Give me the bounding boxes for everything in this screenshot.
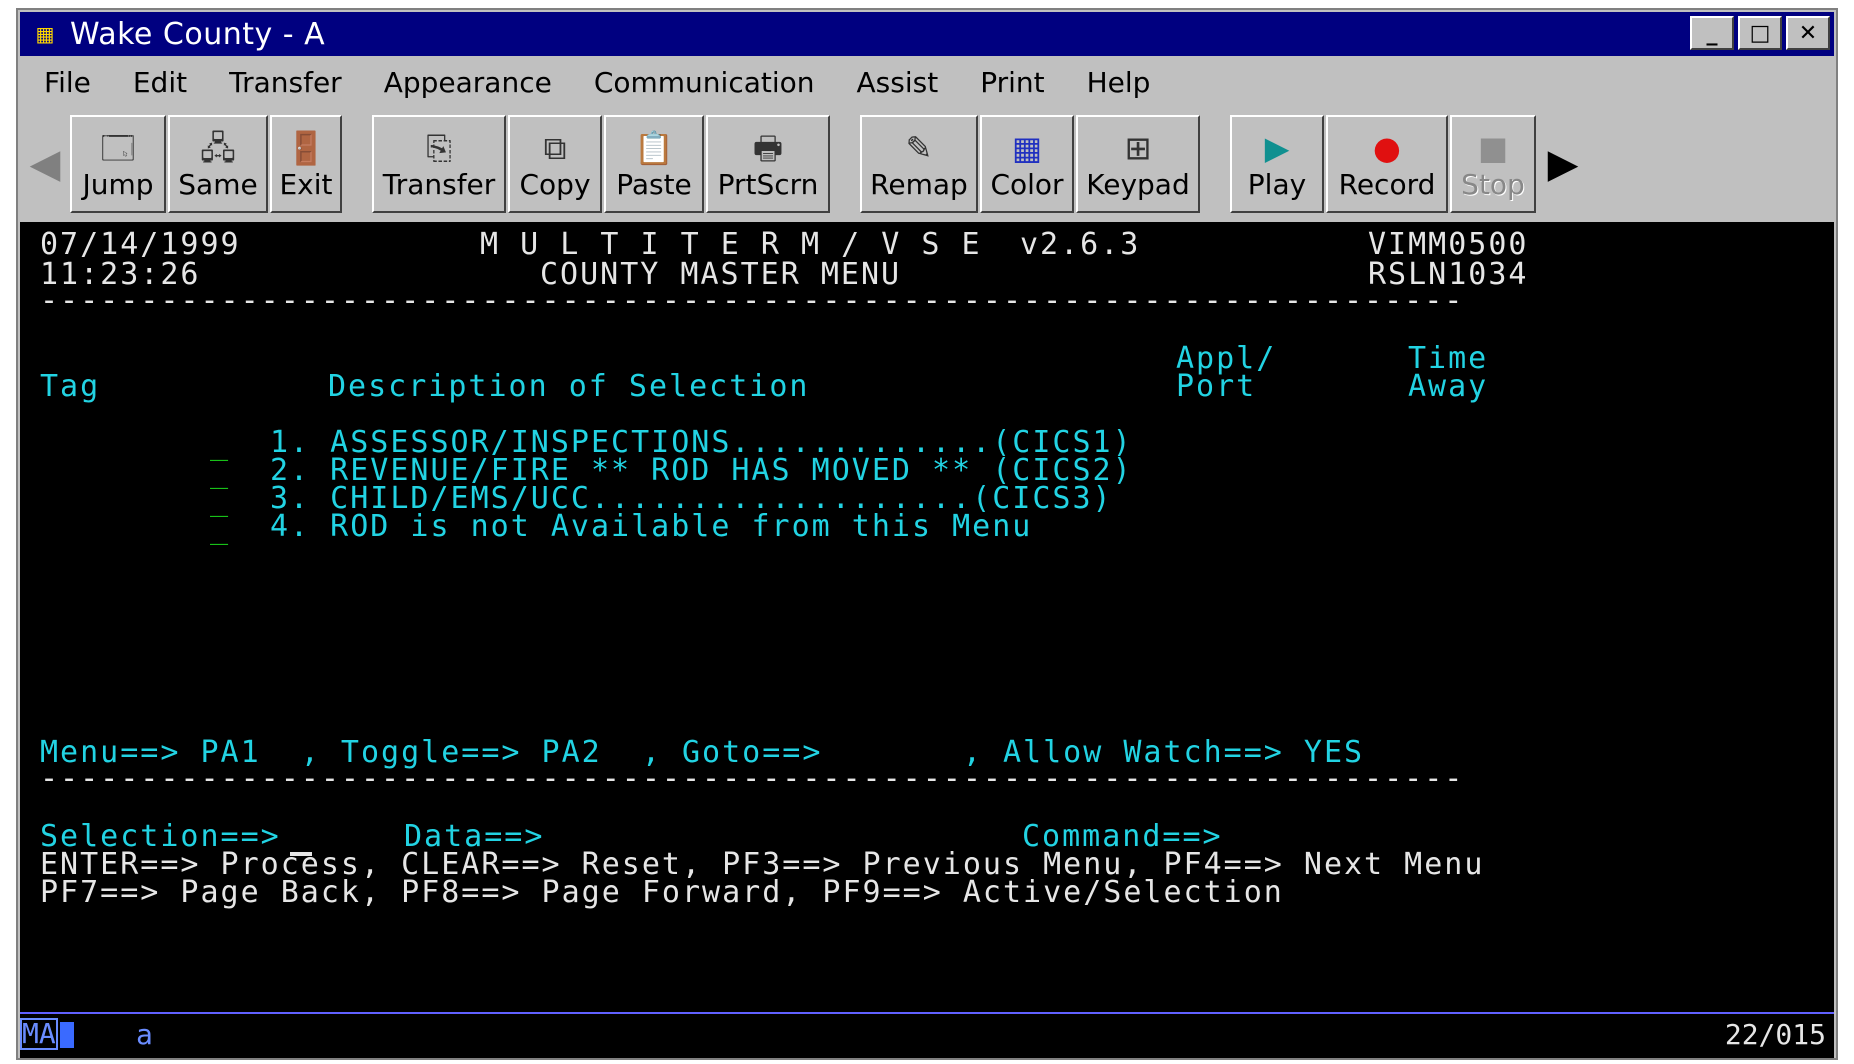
divider-top: ----------------------------------------… (40, 284, 1465, 318)
emulator-window: ▦ Wake County - A _ □ ✕ File Edit Transf… (16, 8, 1838, 1060)
keypad-button[interactable]: ⊞ Keypad (1076, 115, 1200, 213)
paste-icon: 📋 (634, 128, 674, 167)
menu-help[interactable]: Help (1087, 66, 1151, 99)
record-icon: ● (1373, 128, 1401, 167)
cursor-position: 22/015 (1724, 1018, 1826, 1051)
col-description: Description of Selection (328, 369, 810, 404)
product-version: v2.6.3 (1020, 227, 1141, 262)
divider-bottom: ----------------------------------------… (40, 762, 1465, 796)
color-button[interactable]: ▦ Color (980, 115, 1074, 213)
menu-edit[interactable]: Edit (133, 66, 187, 99)
prtscrn-button[interactable]: 🖶 PrtScrn (706, 115, 830, 213)
transfer-icon: ⎘ (426, 128, 452, 167)
menu-communication[interactable]: Communication (594, 66, 815, 99)
scroll-left-icon[interactable]: ◀ (20, 114, 70, 214)
col-port: Port (1176, 369, 1257, 404)
transfer-button[interactable]: ⎘ Transfer (372, 115, 506, 213)
stop-icon: ■ (1477, 128, 1509, 167)
menu-transfer[interactable]: Transfer (229, 66, 342, 99)
app-icon: ▦ (35, 22, 55, 46)
window-title: Wake County - A (70, 16, 326, 52)
terminal-screen[interactable]: 07/14/1999 11:23:26 M U L T I T E R M / … (20, 222, 1834, 1012)
title-bar: ▦ Wake County - A _ □ ✕ (20, 12, 1834, 56)
menu-file[interactable]: File (44, 66, 91, 99)
print-screen-icon: 🖶 (752, 128, 784, 167)
status-bar: MA a 22/015 (20, 1012, 1834, 1058)
color-palette-icon: ▦ (1011, 128, 1043, 167)
minimize-button[interactable]: _ (1690, 16, 1734, 50)
maximize-button[interactable]: □ (1738, 16, 1782, 50)
close-button[interactable]: ✕ (1786, 16, 1830, 50)
same-icon: 🖧 (200, 128, 236, 167)
play-icon: ▶ (1264, 128, 1290, 167)
status-cursor-block (60, 1022, 74, 1048)
scroll-right-icon[interactable]: ▶ (1538, 114, 1588, 214)
keypad-icon: ⊞ (1124, 128, 1152, 167)
same-button[interactable]: 🖧 Same (168, 115, 268, 213)
remap-icon: ✎ (905, 128, 933, 167)
tag-field-4[interactable]: _ (210, 512, 230, 546)
stop-button[interactable]: ■ Stop (1450, 115, 1536, 213)
menu-appearance[interactable]: Appearance (384, 66, 552, 99)
menu-bar: File Edit Transfer Appearance Communicat… (20, 60, 1834, 104)
menu-item-4: 4. ROD is not Available from this Menu (270, 509, 1033, 544)
col-tag: Tag (40, 369, 101, 404)
record-button[interactable]: ● Record (1326, 115, 1448, 213)
key-help-line-2: PF7==> Page Back, PF8==> Page Forward, P… (40, 875, 1284, 910)
col-away: Away (1408, 369, 1489, 404)
menu-assist[interactable]: Assist (857, 66, 939, 99)
menu-print[interactable]: Print (980, 66, 1044, 99)
status-indicator: a (136, 1018, 153, 1051)
remap-button[interactable]: ✎ Remap (860, 115, 978, 213)
jump-button[interactable]: 🗔 Jump (70, 115, 166, 213)
status-mode: MA (20, 1017, 58, 1050)
exit-button[interactable]: 🚪 Exit (270, 115, 342, 213)
jump-icon: 🗔 (100, 128, 136, 167)
exit-door-icon: 🚪 (286, 128, 326, 167)
play-button[interactable]: ▶ Play (1230, 115, 1324, 213)
toolbar: ◀ 🗔 Jump 🖧 Same 🚪 Exit ⎘ Transfer ⧉ Copy 📋 Pas… (20, 110, 1834, 218)
copy-button[interactable]: ⧉ Copy (508, 115, 602, 213)
copy-icon: ⧉ (543, 128, 567, 167)
paste-button[interactable]: 📋 Paste (604, 115, 704, 213)
